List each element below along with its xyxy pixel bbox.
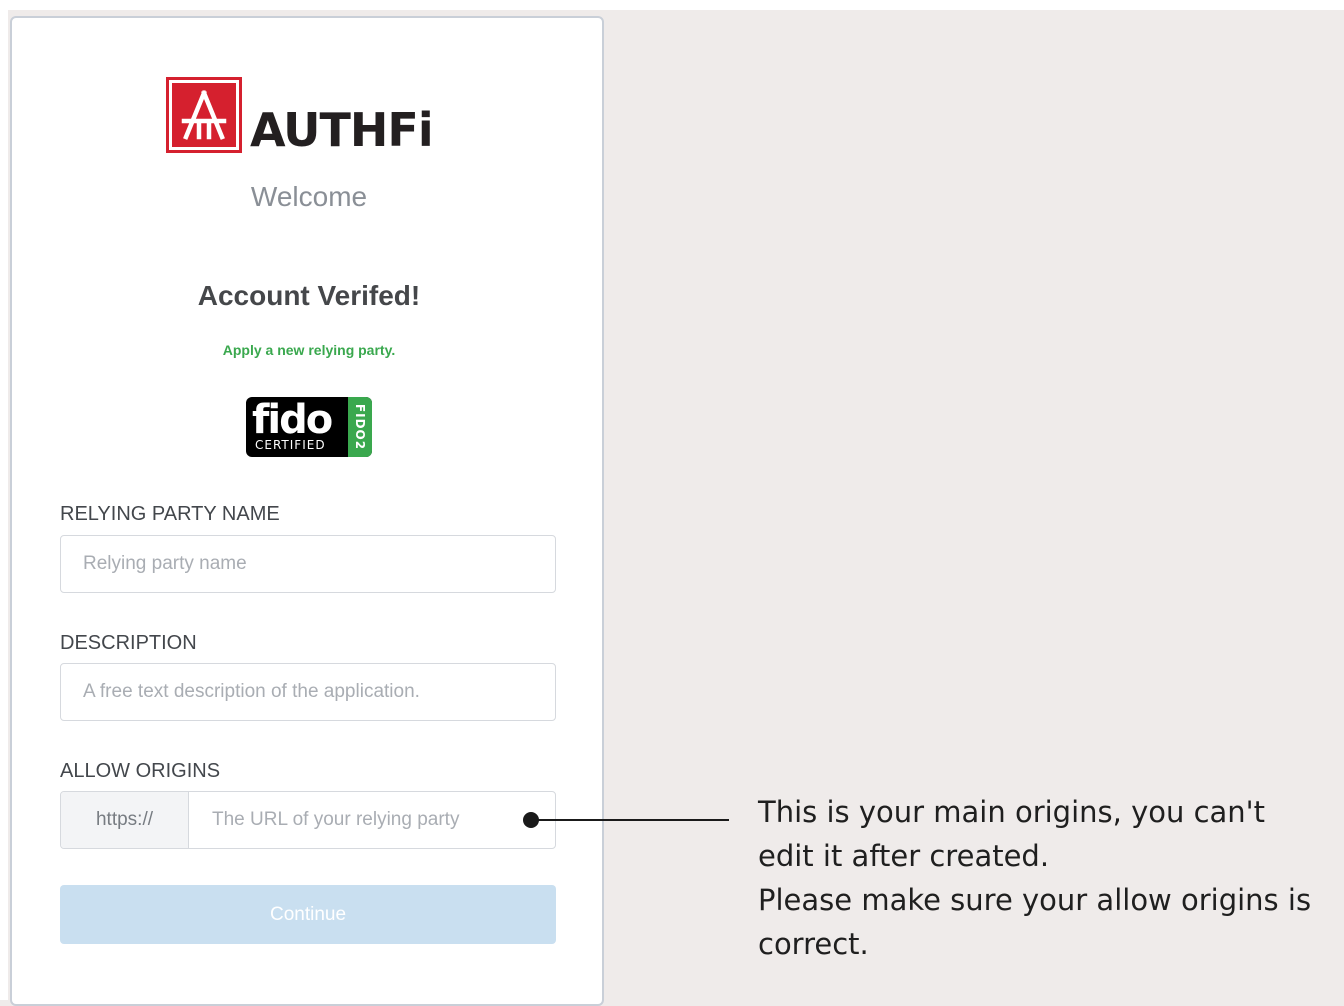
callout-connector bbox=[523, 812, 729, 828]
continue-button[interactable]: Continue bbox=[60, 885, 556, 944]
fido-badge-certified: CERTIFIED bbox=[255, 438, 326, 452]
annotation-line: edit it after created. bbox=[758, 839, 1050, 873]
origin-prefix: https:// bbox=[61, 792, 189, 848]
description-label: DESCRIPTION bbox=[60, 632, 197, 654]
annotation-line: This is your main origins, you can't bbox=[758, 795, 1266, 829]
allow-origins-input[interactable] bbox=[190, 792, 554, 848]
annotation-line: Please make sure your allow origins is bbox=[758, 883, 1312, 917]
description-input[interactable] bbox=[60, 663, 556, 721]
page-subtitle: Apply a new relying party. bbox=[222, 342, 396, 358]
welcome-text: Welcome bbox=[250, 181, 368, 212]
allow-origins-label: ALLOW ORIGINS bbox=[60, 760, 221, 782]
fido-badge-word: fido bbox=[252, 397, 333, 443]
authfi-logo-icon bbox=[166, 77, 242, 153]
allow-origins-field: https:// bbox=[60, 791, 556, 849]
fido-certified-badge: fido CERTIFIED FIDO2 bbox=[246, 397, 372, 457]
page-title: Account Verifed! bbox=[197, 280, 421, 311]
fido-badge-strip: FIDO2 bbox=[348, 397, 372, 457]
relying-party-name-label: RELYING PARTY NAME bbox=[60, 503, 280, 525]
fido-badge-version: FIDO2 bbox=[353, 403, 367, 451]
relying-party-name-input[interactable] bbox=[60, 535, 556, 593]
origin-annotation: This is your main origins, you can't edi… bbox=[758, 790, 1338, 966]
brand-logo-text: AUTHFi bbox=[250, 103, 434, 157]
top-edge bbox=[0, 0, 1344, 10]
left-edge bbox=[0, 0, 8, 1000]
annotation-line: correct. bbox=[758, 927, 869, 961]
